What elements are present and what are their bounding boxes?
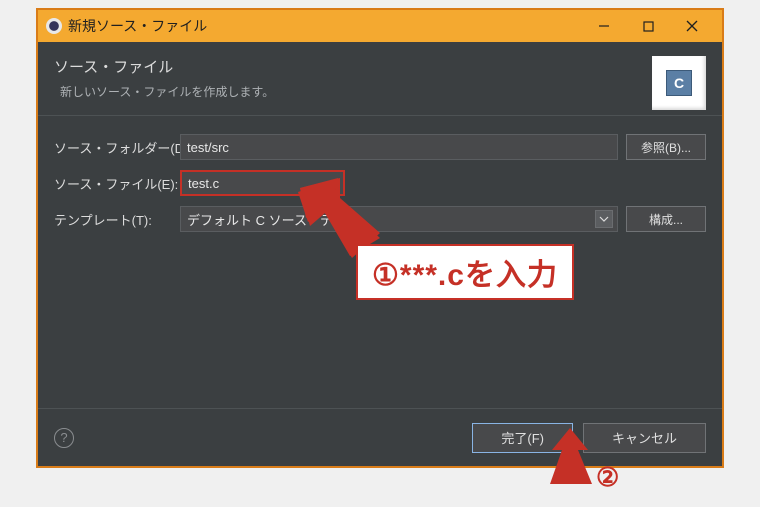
source-file-input[interactable]: [180, 170, 345, 196]
eclipse-icon: [46, 18, 62, 34]
template-label: テンプレート(T):: [54, 210, 172, 229]
browse-button[interactable]: 参照(B)...: [626, 134, 706, 160]
template-select[interactable]: デフォルト C ソース・テンプ: [180, 206, 618, 232]
c-file-icon: C: [666, 70, 692, 96]
help-icon[interactable]: ?: [54, 428, 74, 448]
source-file-label: ソース・ファイル(E):: [54, 174, 172, 193]
annotation-step-2: ②: [596, 462, 619, 493]
template-select-value: デフォルト C ソース・テンプ: [187, 210, 359, 229]
source-folder-input[interactable]: [180, 134, 618, 160]
minimize-button[interactable]: [582, 12, 626, 40]
dialog-header: ソース・ファイル 新しいソース・ファイルを作成します。 C: [38, 42, 722, 116]
configure-button-label: 構成...: [649, 211, 683, 228]
chevron-down-icon: [595, 210, 613, 228]
window-title: 新規ソース・ファイル: [68, 16, 582, 36]
finish-button[interactable]: 完了(F): [472, 423, 573, 453]
maximize-button[interactable]: [626, 12, 670, 40]
configure-button[interactable]: 構成...: [626, 206, 706, 232]
dialog-subtitle: 新しいソース・ファイルを作成します。: [54, 83, 706, 100]
annotation-step-1: ①***.cを入力: [356, 244, 574, 300]
cancel-button-label: キャンセル: [612, 431, 677, 446]
source-folder-label: ソース・フォルダー(D):: [54, 138, 172, 157]
cancel-button[interactable]: キャンセル: [583, 423, 706, 453]
dialog-window: 新規ソース・ファイル ソース・ファイル 新しいソース・ファイルを作成します。 C…: [36, 8, 724, 468]
wizard-badge-icon: C: [652, 56, 706, 110]
browse-button-label: 参照(B)...: [641, 139, 691, 156]
finish-button-label: 完了(F): [501, 431, 544, 446]
close-button[interactable]: [670, 12, 714, 40]
titlebar[interactable]: 新規ソース・ファイル: [38, 10, 722, 42]
dialog-footer: ? 完了(F) キャンセル: [38, 408, 722, 466]
dialog-title: ソース・ファイル: [54, 56, 706, 77]
